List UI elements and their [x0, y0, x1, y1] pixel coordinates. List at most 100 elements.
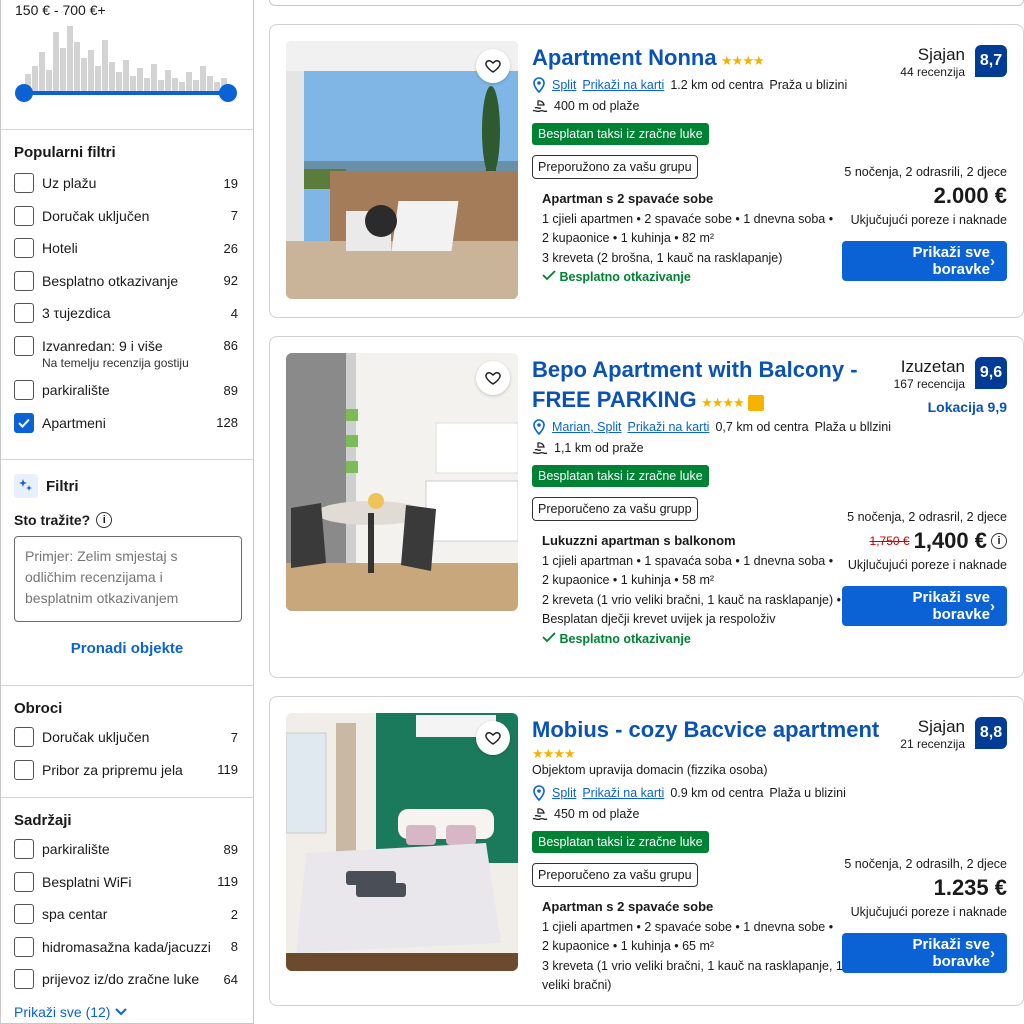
price: 1.235 €: [933, 875, 1007, 900]
checkbox[interactable]: [14, 380, 34, 401]
room-line: 2 kupaonice • 1 kuhinja • 58 m²: [542, 573, 715, 587]
filter-rating-9[interactable]: Izvanredan: 9 i više 86: [14, 330, 240, 363]
checkbox-checked[interactable]: [14, 412, 34, 433]
filter-label: Apartmeni: [42, 414, 106, 431]
room-line: Besplatan dječji krevet uvijek ja respol…: [542, 612, 776, 626]
checkbox[interactable]: [14, 270, 34, 291]
price: 1,400 €: [913, 528, 987, 553]
filter-hotels[interactable]: Hoteli 26: [14, 232, 240, 265]
filter-count: 7: [230, 208, 238, 224]
filter-count: 86: [223, 338, 238, 354]
ai-filter-header: Filtri: [14, 460, 240, 498]
checkbox[interactable]: [14, 303, 34, 324]
city-link[interactable]: Split: [552, 786, 576, 800]
recommended-badge: Preporučeno za vašu grupu: [532, 863, 698, 887]
review-count: 167 recencija: [893, 377, 965, 391]
listing-card[interactable]: Mobius - cozy Bacvice apartment ★★★★ Obj…: [269, 696, 1024, 1006]
filter-kitchen[interactable]: Pribor za pripremu jela 119: [14, 754, 240, 787]
listing-photo[interactable]: [286, 41, 518, 299]
button-label: Prikaži sve boravke: [912, 589, 990, 623]
listing-title[interactable]: Apartment Nonna: [532, 45, 717, 70]
filter-label: Doručak uključen: [42, 207, 150, 224]
review-score[interactable]: 9,6: [975, 357, 1007, 389]
see-availability-button[interactable]: Prikaži sve boravke ›: [842, 241, 1007, 281]
listing-photo[interactable]: [286, 713, 518, 971]
recommended-badge: Preporučeno za vašu grupp: [532, 497, 698, 521]
show-all-facilities-link[interactable]: Prikaži sve (12): [14, 996, 240, 1020]
info-icon[interactable]: i: [991, 533, 1007, 549]
filter-airport-shuttle[interactable]: prijevoz iz/do zračne luke 64: [14, 963, 240, 996]
chevron-right-icon: ›: [990, 597, 995, 615]
filter-count: 8: [230, 939, 238, 955]
filter-spa[interactable]: spa centar 2: [14, 898, 240, 931]
filter-parking-2[interactable]: parkiralište 89: [14, 833, 240, 866]
price-min-handle[interactable]: [15, 84, 33, 102]
rating-word: Izuzetan: [900, 357, 965, 376]
filter-parking[interactable]: parkiralište 89: [14, 374, 240, 407]
check-icon: [18, 418, 30, 428]
filter-label: prijevoz iz/do zračne luke: [42, 971, 200, 988]
price-slider-track[interactable]: [23, 91, 229, 95]
checkbox[interactable]: [14, 759, 34, 780]
checkbox[interactable]: [14, 969, 34, 990]
listing-card[interactable]: Apartment Nonna ★★★★ Split Prikaži na ka…: [269, 24, 1024, 318]
free-cancellation: Besplatno otkazivanje: [542, 270, 691, 284]
filter-apartments[interactable]: Apartmeni 128: [14, 407, 240, 440]
stay-summary: 5 nočenja, 2 odrasilh, 2 djece: [844, 857, 1007, 871]
checkbox[interactable]: [14, 173, 34, 194]
checkbox[interactable]: [14, 839, 34, 860]
heart-icon[interactable]: [476, 49, 510, 83]
recommended-badge: Preporužono za vašu grupu: [532, 155, 698, 179]
filter-label: Pribor za pripremu jela: [42, 761, 183, 778]
review-count: 21 recenzija: [900, 737, 965, 751]
room-title: Apartman s 2 spavaće sobe: [542, 191, 714, 206]
listing-photo[interactable]: [286, 353, 518, 611]
listing-card[interactable]: Bepo Apartment with Balcony - FREE PARKI…: [269, 336, 1024, 678]
checkbox[interactable]: [14, 904, 34, 925]
checkbox[interactable]: [14, 205, 34, 226]
free-taxi-badge: Besplatan taksi iz zračne luke: [532, 465, 709, 487]
city-link[interactable]: Marian, Split: [552, 420, 621, 434]
checkbox[interactable]: [14, 871, 34, 892]
show-on-map-link[interactable]: Prikaži na karti: [582, 786, 664, 800]
ai-filter-title: Filtri: [46, 477, 79, 495]
filter-jacuzzi[interactable]: hidromasažna kada/jacuzzi 8: [14, 931, 240, 964]
see-availability-button[interactable]: Prikaži sve boravke ›: [842, 586, 1007, 626]
filter-count: 64: [223, 971, 238, 987]
checkbox[interactable]: [14, 238, 34, 259]
checkbox[interactable]: [14, 727, 34, 748]
tax-note: Ukjučujući poreze i naknade: [850, 905, 1007, 919]
heart-icon[interactable]: [476, 721, 510, 755]
ai-search-textarea[interactable]: [14, 536, 242, 622]
show-on-map-link[interactable]: Prikaži na karti: [582, 78, 664, 92]
tax-note: Ukjučujući poreze i naknade: [850, 213, 1007, 227]
checkbox[interactable]: [14, 335, 34, 356]
chevron-right-icon: ›: [990, 252, 995, 270]
see-availability-button[interactable]: Prikaži sve boravke ›: [842, 933, 1007, 973]
price-max-handle[interactable]: [219, 84, 237, 102]
price-block: 5 nočenja, 2 odrasril, 2 djece 1,750 € 1…: [787, 510, 1007, 626]
city-link[interactable]: Split: [552, 78, 576, 92]
filter-count: 7: [230, 729, 238, 745]
heart-icon[interactable]: [476, 361, 510, 395]
old-price: 1,750 €: [869, 534, 910, 548]
checkbox[interactable]: [14, 936, 34, 957]
filter-beach[interactable]: Uz plažu 19: [14, 167, 240, 200]
filter-meal-breakfast[interactable]: Doručak uključen 7: [14, 721, 240, 754]
review-score[interactable]: 8,7: [975, 45, 1007, 77]
filter-3-stars[interactable]: 3 τujezdica 4: [14, 297, 240, 330]
filter-label: spa centar: [42, 906, 108, 923]
price-row: 1,750 € 1,400 € i: [787, 528, 1007, 554]
filter-wifi[interactable]: Besplatni WiFi 119: [14, 866, 240, 899]
review-score[interactable]: 8,8: [975, 717, 1007, 749]
chevron-down-icon: [115, 1007, 128, 1015]
show-on-map-link[interactable]: Prikaži na karti: [627, 420, 709, 434]
info-icon[interactable]: i: [96, 512, 113, 528]
find-properties-button[interactable]: Pronadi objekte: [14, 640, 240, 657]
rating-text: Sjajan 21 recenzija: [900, 717, 965, 751]
filter-free-cancel[interactable]: Besplatno otkazivanje 92: [14, 265, 240, 298]
filter-breakfast[interactable]: Doručak uključen 7: [14, 200, 240, 233]
meals-section: Obroci Doručak uključen 7 Pribor za pripr…: [1, 686, 253, 798]
room-title: Apartman s 2 spavaće sobe: [542, 899, 714, 914]
filters-sidebar: 150 € - 700 €+ Popularni filtri Uz plažu…: [0, 0, 254, 1024]
